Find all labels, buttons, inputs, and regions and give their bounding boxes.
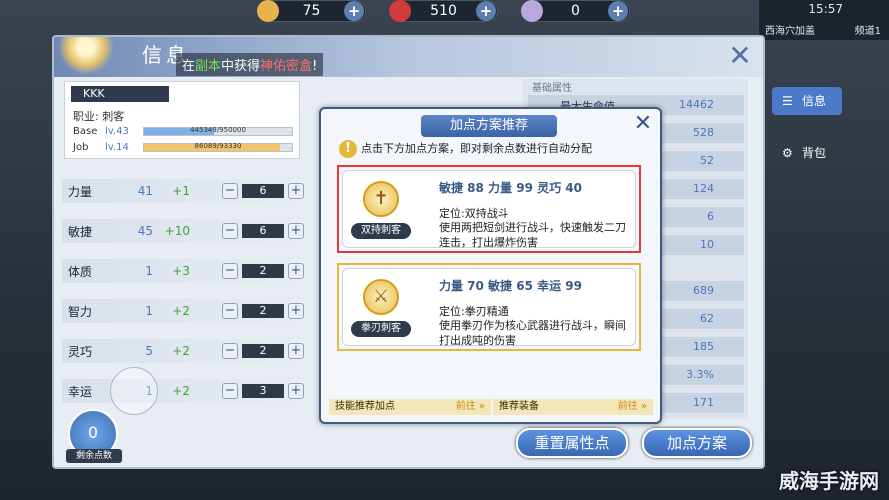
stat-row-int: 智力 1 +2 −2 + (62, 299, 304, 323)
tab-bag[interactable]: ⚙ 背包 (772, 139, 842, 167)
dialog-title: 加点方案推荐 (421, 115, 557, 137)
card-icon (521, 0, 543, 22)
add-gem-button[interactable]: + (476, 1, 496, 21)
warning-icon: ! (339, 140, 357, 158)
character-name: KKK (71, 86, 169, 102)
minus-button[interactable]: − (222, 223, 238, 239)
gem-icon (389, 0, 411, 22)
plus-button[interactable]: + (288, 223, 304, 239)
tab-info[interactable]: ☰ 信息 (772, 87, 842, 115)
status-panel: 15:57 西海穴加盖 频道1 (759, 0, 889, 40)
stat-row-luk: 幸运 1 +2 −3 + (62, 379, 304, 403)
gem-counter: 510 + (389, 0, 498, 22)
build-option-dual[interactable]: ✝ 双持刺客 敏捷 88 力量 99 灵巧 40 定位:双持战斗 使用两把短剑进… (337, 165, 641, 253)
joystick[interactable] (110, 367, 158, 415)
minus-button[interactable]: − (222, 183, 238, 199)
add-coin-button[interactable]: + (344, 1, 364, 21)
coin-icon (257, 0, 279, 22)
build-plan-button[interactable]: 加点方案 (642, 428, 752, 458)
bag-icon: ⚙ (782, 146, 793, 160)
card-counter: 0 + (521, 0, 630, 22)
build-recommend-dialog: 加点方案推荐 ✕ ! 点击下方加点方案，即对剩余点数进行自动分配 ✝ 双持刺客 敏… (319, 107, 662, 424)
character-card: KKK 职业: 刺客 Base lv.43 445349/950000 Job lv… (64, 81, 300, 159)
stat-row-dex: 灵巧 5 +2 −2 + (62, 339, 304, 363)
job-level-row: Job lv.14 86089/93330 (73, 142, 298, 154)
base-level-row: Base lv.43 445349/950000 (73, 126, 298, 138)
close-icon[interactable]: ✕ (725, 41, 755, 71)
reset-points-button[interactable]: 重置属性点 (516, 428, 628, 458)
equipment-recommend-link[interactable]: 推荐装备 前往 » (493, 399, 653, 415)
build-option-fist[interactable]: ⚔ 拳刃刺客 力量 70 敏捷 65 幸运 99 定位:拳刃精通 使用拳刃作为核… (337, 263, 641, 351)
close-icon[interactable]: ✕ (632, 113, 654, 135)
minus-button[interactable]: − (222, 263, 238, 279)
minus-button[interactable]: − (222, 383, 238, 399)
stat-row-vit: 体质 1 +3 −2 + (62, 259, 304, 283)
plus-button[interactable]: + (288, 183, 304, 199)
dual-dagger-badge: ✝ 双持刺客 (351, 179, 411, 247)
stat-row-agi: 敏捷 45 +10 −6 + (62, 219, 304, 243)
dagger-icon: ✝ (373, 188, 389, 209)
minus-button[interactable]: − (222, 343, 238, 359)
job-line: 职业: 刺客 (73, 110, 125, 123)
minus-button[interactable]: − (222, 303, 238, 319)
plus-button[interactable]: + (288, 303, 304, 319)
dialog-tip: ! 点击下方加点方案，即对剩余点数进行自动分配 (335, 139, 645, 159)
system-message: 在副本中获得神佑密盒! (176, 53, 324, 76)
remaining-points-label: 剩余点数 (66, 449, 122, 463)
plus-button[interactable]: + (288, 383, 304, 399)
stat-row-str: 力量 41 +1 −6 + (62, 179, 304, 203)
coin-counter: 75 + (257, 0, 366, 22)
list-icon: ☰ (782, 94, 793, 108)
fist-blade-badge: ⚔ 拳刃刺客 (351, 277, 411, 345)
blade-icon: ⚔ (372, 286, 390, 307)
skill-recommend-link[interactable]: 技能推荐加点 前往 » (329, 399, 491, 415)
plus-button[interactable]: + (288, 343, 304, 359)
plus-button[interactable]: + (288, 263, 304, 279)
add-card-button[interactable]: + (608, 1, 628, 21)
watermark: 威海手游网 (779, 469, 879, 493)
